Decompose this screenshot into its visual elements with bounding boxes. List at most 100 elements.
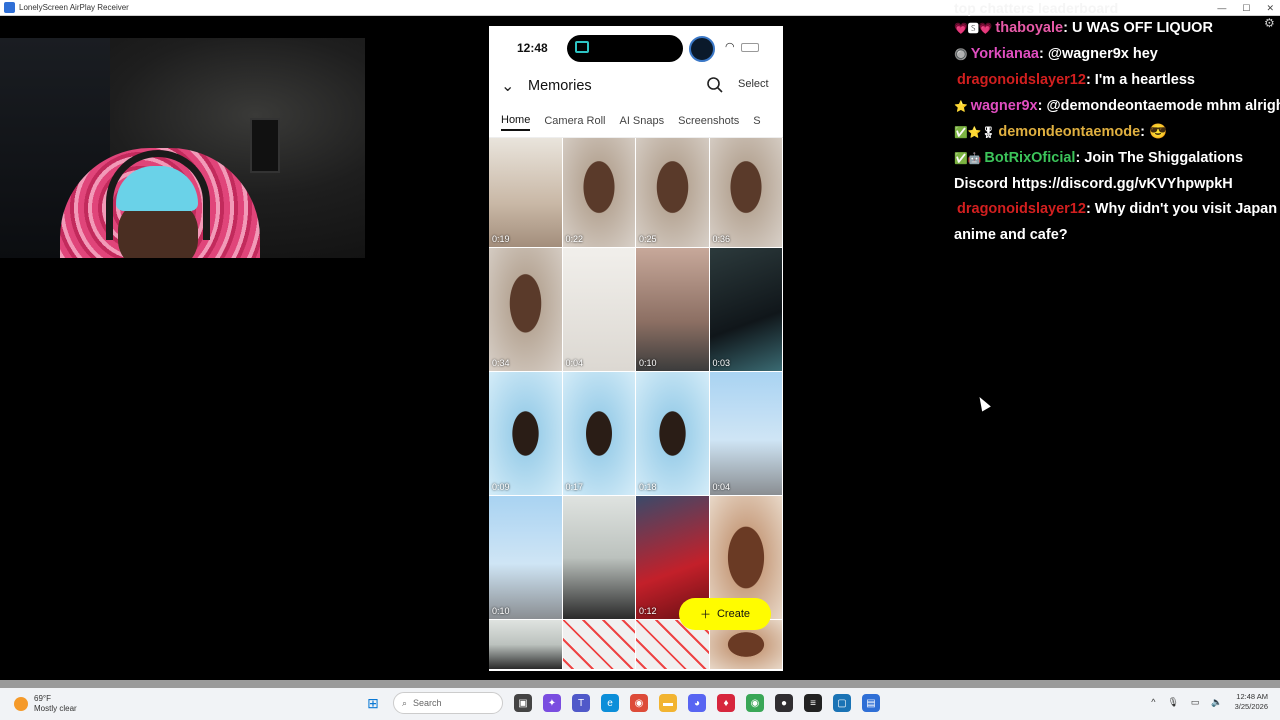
window-bottom-bar xyxy=(0,680,1280,688)
speaker-icon[interactable]: 🔈 xyxy=(1211,697,1222,708)
app-icon-window[interactable]: ▢ xyxy=(833,694,851,712)
chat-username[interactable]: thaboyale xyxy=(995,20,1063,36)
chat-separator: : xyxy=(1038,46,1048,62)
copilot-icon[interactable]: ✦ xyxy=(543,694,561,712)
page-title: Memories xyxy=(528,78,592,94)
gear-icon[interactable]: ⚙ xyxy=(1264,16,1275,30)
chat-badges-icon: ⭐ xyxy=(954,101,968,113)
microphone-icon[interactable]: 🎙 xyxy=(1167,697,1178,708)
memory-thumbnail[interactable]: 0:03 xyxy=(709,248,783,372)
app-icon-flame[interactable]: ♦ xyxy=(717,694,735,712)
system-clock[interactable]: 12:48 AM 3/25/2026 xyxy=(1235,692,1268,712)
window-title: LonelyScreen AirPlay Receiver xyxy=(19,3,129,12)
chevron-down-icon[interactable]: ⌄ xyxy=(501,76,514,96)
weather-widget[interactable]: 69°F Mostly clear xyxy=(14,694,77,714)
chat-badges-icon: 🔘 xyxy=(954,49,968,61)
edge-icon[interactable]: e xyxy=(601,694,619,712)
chat-separator: : xyxy=(1075,150,1085,166)
memories-tabs: Home Camera Roll AI Snaps Screenshots S xyxy=(489,108,783,138)
windows-start-icon[interactable]: ⊞ xyxy=(364,694,382,712)
memories-grid: 0:19 0:22 0:25 0:36 0:34 0:04 0:10 0:03 0:09 0:17… xyxy=(489,138,783,670)
teams-icon[interactable]: T xyxy=(572,694,590,712)
video-duration: 0:04 xyxy=(565,358,584,368)
tab-camera-roll[interactable]: Camera Roll xyxy=(544,115,605,130)
memory-thumbnail[interactable]: 0:10 xyxy=(489,496,563,620)
screen-record-icon[interactable] xyxy=(689,36,715,62)
create-button[interactable]: ＋ Create xyxy=(679,598,771,630)
chat-message: ✅🤖 BotRixOficial: Join The Shiggalations … xyxy=(954,146,1280,197)
chat-username[interactable]: dragonoidslayer12 xyxy=(957,201,1086,217)
video-duration: 0:12 xyxy=(639,606,657,616)
memory-thumbnail[interactable]: 0:36 xyxy=(709,138,783,248)
video-duration: 0:17 xyxy=(565,482,584,492)
task-view-icon[interactable]: ▣ xyxy=(514,694,532,712)
taskbar-apps: ⊞ ⌕ Search ▣ ✦ T e ◉ ▬ ◕ ♦ ◉ ● ≡ ▢ ▤ xyxy=(364,692,880,714)
status-time: 12:48 xyxy=(517,41,548,55)
tab-s[interactable]: S xyxy=(753,115,760,130)
tab-screenshots[interactable]: Screenshots xyxy=(678,115,739,130)
memory-thumbnail[interactable]: 0:04 xyxy=(562,248,636,372)
chat-username[interactable]: Yorkianaa xyxy=(971,46,1039,62)
taskbar-search-placeholder: Search xyxy=(413,698,442,708)
chrome-icon[interactable]: ◉ xyxy=(630,694,648,712)
video-duration: 0:36 xyxy=(712,234,731,244)
wifi-icon: ◠ xyxy=(725,41,735,53)
app-icon-terminal[interactable]: ≡ xyxy=(804,694,822,712)
memory-thumbnail[interactable]: 0:19 xyxy=(489,138,563,248)
video-duration: 0:03 xyxy=(712,358,731,368)
stream-chat-overlay: top chatters leaderboard 💗🆂💗 thaboyale: U… xyxy=(954,0,1280,270)
weather-temperature: 69°F xyxy=(34,694,51,703)
chat-text: @demondeontaemode mhm alright xyxy=(1046,98,1280,114)
memory-thumbnail[interactable] xyxy=(489,620,563,670)
video-duration: 0:09 xyxy=(492,482,510,492)
chat-text: I'm a heartless xyxy=(1094,72,1195,88)
search-icon[interactable] xyxy=(706,76,724,94)
memory-thumbnail[interactable]: 0:10 xyxy=(636,248,710,372)
video-duration: 0:22 xyxy=(565,234,584,244)
memory-thumbnail[interactable]: 0:34 xyxy=(489,248,563,372)
file-explorer-icon[interactable]: ▬ xyxy=(659,694,677,712)
memory-thumbnail[interactable] xyxy=(562,496,636,620)
chat-username[interactable]: demondeontaemode xyxy=(998,124,1140,140)
memory-thumbnail[interactable]: 0:22 xyxy=(562,138,636,248)
memory-thumbnail[interactable] xyxy=(562,620,636,670)
lonelyscreen-app-icon xyxy=(4,2,15,13)
dynamic-island[interactable] xyxy=(567,35,683,62)
lonelyscreen-taskbar-icon[interactable]: ▤ xyxy=(862,694,880,712)
webcam-feed xyxy=(0,38,365,258)
phone-mirror: 12:48 ◠ ⌄ Memories Select Home Camera Rol… xyxy=(489,26,783,671)
chat-separator: : xyxy=(1085,72,1095,88)
chat-username[interactable]: BotRixOficial xyxy=(984,150,1075,166)
chat-username[interactable]: wagner9x xyxy=(971,98,1038,114)
tab-home[interactable]: Home xyxy=(501,114,531,131)
memory-thumbnail[interactable]: 0:18 xyxy=(636,372,710,496)
windows-taskbar: 69°F Mostly clear ⊞ ⌕ Search ▣ ✦ T e ◉ ▬… xyxy=(0,688,1280,720)
clock-date: 3/25/2026 xyxy=(1234,702,1268,711)
chat-badges-icon: ✅⭐🎖 xyxy=(954,127,996,139)
select-button[interactable]: Select xyxy=(738,78,769,90)
memory-thumbnail[interactable]: 0:09 xyxy=(489,372,563,496)
discord-icon[interactable]: ◕ xyxy=(688,694,706,712)
chevron-up-icon[interactable]: ^ xyxy=(1151,697,1155,707)
memory-thumbnail[interactable]: 0:17 xyxy=(562,372,636,496)
app-icon-chrome-alt[interactable]: ◉ xyxy=(746,694,764,712)
chat-text: U WAS OFF LIQUOR xyxy=(1071,20,1213,36)
weather-icon xyxy=(14,697,28,711)
search-icon: ⌕ xyxy=(402,697,408,708)
chat-username[interactable]: dragonoidslayer12 xyxy=(957,72,1086,88)
chat-message: dragonoidslayer12: Why didn't you visit … xyxy=(954,197,1280,248)
leaderboard-title: top chatters leaderboard xyxy=(954,0,1119,16)
chat-message: ⭐ wagner9x: @demondeontaemode mhm alright xyxy=(954,94,1280,120)
tab-ai-snaps[interactable]: AI Snaps xyxy=(619,115,664,130)
clock-time: 12:48 AM xyxy=(1236,692,1268,701)
memory-thumbnail[interactable]: 0:04 xyxy=(709,372,783,496)
webcam-wall-frame xyxy=(250,118,280,173)
display-icon[interactable]: ▭ xyxy=(1191,697,1200,708)
mouse-cursor-icon xyxy=(975,394,991,412)
chat-message-list: 💗🆂💗 thaboyale: U WAS OFF LIQUOR 🔘 Yorkianaa… xyxy=(954,16,1280,248)
chat-badges-icon: ✅🤖 xyxy=(954,153,982,165)
obs-icon[interactable]: ● xyxy=(775,694,793,712)
video-duration: 0:10 xyxy=(639,358,657,368)
memory-thumbnail[interactable]: 0:25 xyxy=(636,138,710,248)
taskbar-search-input[interactable]: ⌕ Search xyxy=(393,692,503,714)
